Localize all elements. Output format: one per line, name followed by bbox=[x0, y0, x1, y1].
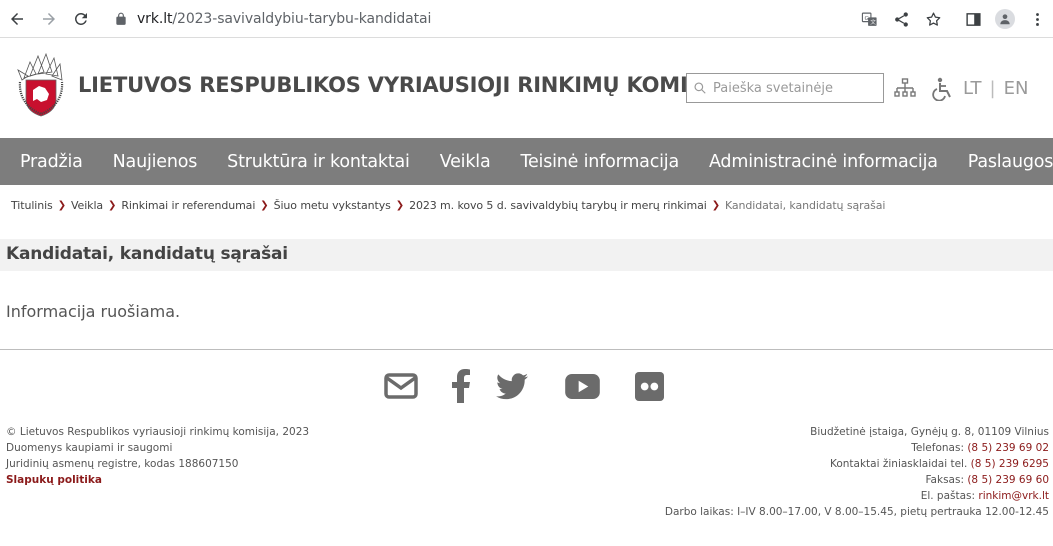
footer-left: © Lietuvos Respublikos vyriausioji rinki… bbox=[6, 424, 309, 488]
share-icon bbox=[894, 11, 908, 27]
fax-value[interactable]: (8 5) 239 69 60 bbox=[967, 474, 1049, 486]
forward-button[interactable] bbox=[33, 3, 65, 35]
breadcrumb-item[interactable]: Titulinis bbox=[11, 199, 53, 212]
twitter-icon bbox=[496, 372, 528, 399]
lock-icon bbox=[116, 12, 126, 25]
url-host: vrk.lt bbox=[137, 11, 173, 27]
social-links bbox=[384, 369, 664, 403]
breadcrumb-current: Kandidatai, kandidatų sąrašai bbox=[724, 199, 886, 212]
twitter-link[interactable] bbox=[495, 369, 529, 403]
footer-registry: Juridinių asmenų registre, kodas 1886071… bbox=[6, 458, 239, 470]
facebook-link[interactable] bbox=[451, 369, 471, 403]
content-text: Informacija ruošiama. bbox=[6, 302, 181, 321]
breadcrumb-item[interactable]: Veikla bbox=[71, 199, 103, 212]
media-label: Kontaktai žiniasklaidai tel. bbox=[829, 458, 971, 470]
star-icon bbox=[926, 11, 940, 26]
vrk-logo-icon[interactable] bbox=[16, 52, 66, 120]
back-arrow-icon bbox=[11, 13, 23, 25]
breadcrumb-item[interactable]: Šiuo metu vykstantys bbox=[274, 199, 391, 212]
cookie-policy-link[interactable]: Slapukų politika bbox=[6, 472, 309, 488]
sitemap-icon[interactable] bbox=[894, 78, 916, 100]
footer-email: El. paštas: rinkim@vrk.lt bbox=[665, 488, 1049, 504]
youtube-link[interactable] bbox=[564, 369, 600, 403]
phone-link[interactable]: (8 5) 239 69 02 bbox=[967, 442, 1049, 454]
address-bar[interactable]: vrk.lt/2023-savivaldybiu-tarybu-kandidat… bbox=[104, 4, 964, 34]
flickr-link[interactable] bbox=[634, 369, 664, 403]
email-icon bbox=[384, 373, 418, 399]
breadcrumb-arrow-icon: ❯ bbox=[57, 200, 66, 211]
search-icon bbox=[694, 82, 706, 94]
flickr-icon bbox=[634, 371, 664, 401]
reload-button[interactable] bbox=[65, 3, 97, 35]
email-label: El. paštas: bbox=[920, 490, 979, 502]
footer-phone: Telefonas: (8 5) 239 69 02 bbox=[665, 440, 1049, 456]
page-title: Kandidatai, kandidatų sąrašai bbox=[6, 244, 288, 264]
person-icon bbox=[1000, 14, 1010, 25]
nav-item-struktura[interactable]: Struktūra ir kontaktai bbox=[227, 152, 410, 172]
url-path: /2023-savivaldybiu-tarybu-kandidatai bbox=[172, 11, 432, 27]
translate-button[interactable]: G文 bbox=[853, 3, 885, 35]
breadcrumb-arrow-icon: ❯ bbox=[395, 200, 405, 211]
footer-data-note: Duomenys kaupiami ir saugomi bbox=[6, 442, 173, 454]
avatar bbox=[995, 9, 1015, 29]
breadcrumb-arrow-icon: ❯ bbox=[711, 200, 720, 211]
browser-toolbar: vrk.lt/2023-savivaldybiu-tarybu-kandidat… bbox=[0, 0, 1053, 38]
phone-label: Telefonas: bbox=[911, 442, 968, 454]
footer-hours: Darbo laikas: I–IV 8.00–17.00, V 8.00–15… bbox=[664, 506, 1049, 518]
menu-button[interactable] bbox=[1021, 3, 1053, 35]
footer-fax: Faksas: (8 5) 239 69 60 bbox=[665, 472, 1049, 488]
breadcrumb-arrow-icon: ❯ bbox=[260, 200, 269, 211]
main-nav: Pradžia Naujienos Struktūra ir kontaktai… bbox=[0, 138, 1053, 185]
page-title-bar: Kandidatai, kandidatų sąrašai bbox=[0, 239, 1053, 271]
breadcrumb-item[interactable]: Rinkimai ir referendumai bbox=[121, 199, 255, 212]
url-text: vrk.lt/2023-savivaldybiu-tarybu-kandidat… bbox=[137, 11, 431, 27]
nav-item-paslaugos[interactable]: Paslaugos bbox=[968, 152, 1053, 172]
lang-lt[interactable]: LT bbox=[963, 78, 982, 99]
profile-button[interactable] bbox=[989, 3, 1021, 35]
youtube-icon bbox=[564, 373, 600, 399]
nav-item-veikla[interactable]: Veikla bbox=[440, 152, 491, 172]
language-switcher: LT | EN bbox=[963, 78, 1028, 99]
fax-label: Faksas: bbox=[925, 474, 968, 486]
email-link-text[interactable]: rinkim@vrk.lt bbox=[978, 490, 1049, 502]
breadcrumb-arrow-icon: ❯ bbox=[108, 200, 117, 211]
facebook-icon bbox=[452, 369, 470, 403]
kebab-menu-icon bbox=[1035, 12, 1039, 26]
reload-icon bbox=[74, 12, 87, 25]
back-button[interactable] bbox=[1, 3, 33, 35]
forward-arrow-icon bbox=[43, 13, 55, 25]
search-input[interactable] bbox=[713, 80, 873, 96]
footer-media-phone: Kontaktai žiniasklaidai tel. (8 5) 239 6… bbox=[665, 456, 1049, 472]
breadcrumb-item[interactable]: 2023 m. kovo 5 d. savivaldybių tarybų ir… bbox=[409, 199, 707, 212]
lang-en[interactable]: EN bbox=[1004, 78, 1029, 99]
footer-right: Biudžetinė įstaiga, Gynėjų g. 8, 01109 V… bbox=[665, 424, 1049, 520]
nav-item-teisine[interactable]: Teisinė informacija bbox=[520, 152, 679, 172]
footer-copyright: © Lietuvos Respublikos vyriausioji rinki… bbox=[6, 426, 310, 438]
footer-address: Biudžetinė įstaiga, Gynėjų g. 8, 01109 V… bbox=[810, 426, 1049, 438]
share-button[interactable] bbox=[885, 3, 917, 35]
media-phone-link[interactable]: (8 5) 239 6295 bbox=[971, 458, 1049, 470]
site-title[interactable]: LIETUVOS RESPUBLIKOS VYRIAUSIOJI RINKIMŲ… bbox=[78, 73, 734, 97]
side-panel-icon bbox=[965, 12, 981, 26]
side-panel-button[interactable] bbox=[957, 3, 989, 35]
breadcrumb: Titulinis ❯ Veikla ❯ Rinkimai ir referen… bbox=[11, 199, 885, 212]
nav-item-administracine[interactable]: Administracinė informacija bbox=[709, 152, 938, 172]
lang-separator: | bbox=[989, 78, 996, 99]
bookmark-button[interactable] bbox=[917, 3, 949, 35]
translate-icon: G文 bbox=[861, 12, 877, 26]
accessibility-icon[interactable] bbox=[931, 77, 953, 101]
nav-item-pradzia[interactable]: Pradžia bbox=[20, 152, 83, 172]
site-header: LIETUVOS RESPUBLIKOS VYRIAUSIOJI RINKIMŲ… bbox=[0, 39, 1053, 138]
footer-divider bbox=[0, 349, 1053, 350]
nav-item-naujienos[interactable]: Naujienos bbox=[113, 152, 198, 172]
email-link[interactable] bbox=[384, 369, 418, 403]
search-box[interactable] bbox=[686, 73, 884, 103]
